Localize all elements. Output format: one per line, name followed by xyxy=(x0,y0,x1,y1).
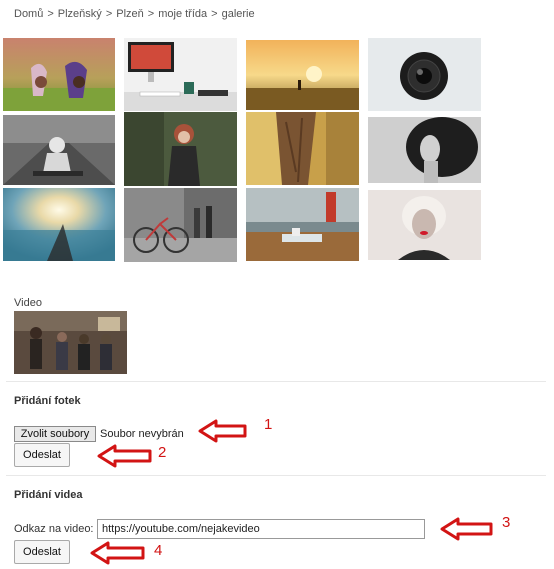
gallery-photo-desk-computer-mug[interactable] xyxy=(124,38,237,111)
video-link-label: Odkaz na video: xyxy=(14,523,94,535)
gallery-photo-child-on-road[interactable] xyxy=(3,115,115,185)
gallery-photo-woman-curly-hair[interactable] xyxy=(368,117,481,183)
breadcrumb-class[interactable]: moje třída xyxy=(158,8,207,20)
annotation-number-4: 4 xyxy=(154,542,163,559)
breadcrumb-city[interactable]: Plzeň xyxy=(116,8,144,20)
gallery-photo-sunset-field-person[interactable] xyxy=(246,40,359,110)
gallery-photo-tree-trunk[interactable] xyxy=(246,112,359,185)
divider xyxy=(6,381,546,382)
gallery-photo-woman-portrait[interactable] xyxy=(124,112,237,186)
photo-upload-title: Přidání fotek xyxy=(14,395,81,407)
breadcrumb-separator: > xyxy=(47,8,54,20)
submit-video-button[interactable]: Odeslat xyxy=(14,540,70,564)
submit-photos-button[interactable]: Odeslat xyxy=(14,443,70,467)
breadcrumb-separator: > xyxy=(105,8,113,20)
annotation-arrow-2 xyxy=(97,444,152,468)
video-thumbnail[interactable] xyxy=(14,311,127,374)
annotation-number-2: 2 xyxy=(158,444,167,461)
video-label: Video xyxy=(14,297,42,309)
breadcrumb: Domů > Plzeňský > Plzeň > moje třída > galerie xyxy=(14,8,255,20)
breadcrumb-current: galerie xyxy=(221,8,255,20)
file-status-text: Soubor nevybrán xyxy=(100,428,184,440)
breadcrumb-separator: > xyxy=(147,8,155,20)
breadcrumb-separator: > xyxy=(211,8,218,20)
annotation-arrow-1 xyxy=(198,419,247,443)
annotation-arrow-3 xyxy=(440,517,493,541)
annotation-number-1: 1 xyxy=(264,416,273,433)
gallery-photo-girls-in-field[interactable] xyxy=(3,38,115,111)
gallery-photo-marilyn-portrait[interactable] xyxy=(368,190,481,260)
video-upload-title: Přidání videa xyxy=(14,489,83,501)
annotation-number-3: 3 xyxy=(502,514,511,531)
gallery-photo-cafe-table[interactable] xyxy=(246,188,359,261)
gallery-photo-camera-lens[interactable] xyxy=(368,38,481,111)
video-link-input[interactable] xyxy=(97,519,425,539)
gallery-photo-bicycles-street[interactable] xyxy=(124,188,237,262)
choose-files-button[interactable]: Zvolit soubory xyxy=(14,426,96,442)
breadcrumb-home[interactable]: Domů xyxy=(14,8,43,20)
divider xyxy=(6,475,546,476)
breadcrumb-region[interactable]: Plzeňský xyxy=(58,8,102,20)
gallery-photo-sun-over-sea[interactable] xyxy=(3,188,115,261)
annotation-arrow-4 xyxy=(90,541,145,565)
